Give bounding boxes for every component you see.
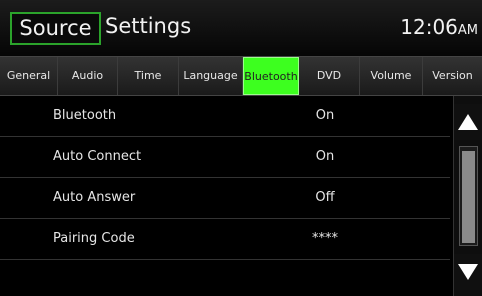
source-button[interactable]: Source <box>10 12 101 45</box>
tab-dvd[interactable]: DVD <box>299 57 360 95</box>
setting-row-bluetooth[interactable]: Bluetooth On <box>0 96 450 137</box>
setting-value[interactable]: On <box>290 96 360 136</box>
triangle-down-icon[interactable] <box>454 254 482 290</box>
tab-language[interactable]: Language <box>179 57 243 95</box>
setting-value[interactable]: Off <box>290 178 360 218</box>
tab-bluetooth[interactable]: Bluetooth <box>243 57 299 95</box>
clock-ampm: AM <box>457 23 478 38</box>
setting-row-auto-connect[interactable]: Auto Connect On <box>0 137 450 178</box>
settings-tabs: General Audio Time Language Bluetooth DV… <box>0 56 482 96</box>
setting-row-auto-answer[interactable]: Auto Answer Off <box>0 178 450 219</box>
setting-row-empty <box>0 260 450 296</box>
tab-general[interactable]: General <box>0 57 58 95</box>
clock: 12:06AM <box>400 14 478 44</box>
triangle-up-icon[interactable] <box>454 104 482 140</box>
setting-value[interactable]: On <box>290 137 360 177</box>
setting-row-pairing-code[interactable]: Pairing Code **** <box>0 219 450 260</box>
setting-label: Auto Connect <box>53 149 142 164</box>
setting-label: Bluetooth <box>53 108 117 123</box>
setting-label: Pairing Code <box>53 231 135 246</box>
tab-volume[interactable]: Volume <box>360 57 423 95</box>
setting-value[interactable]: **** <box>290 219 360 259</box>
tab-version[interactable]: Version <box>423 57 482 95</box>
header-bar: Source Settings 12:06AM <box>0 0 482 56</box>
scrollbar[interactable] <box>453 96 482 296</box>
scroll-track[interactable] <box>459 146 478 246</box>
tab-audio[interactable]: Audio <box>58 57 118 95</box>
page-title: Settings <box>105 14 192 38</box>
tab-time[interactable]: Time <box>118 57 179 95</box>
setting-label: Auto Answer <box>53 190 136 205</box>
clock-time: 12:06 <box>400 15 458 39</box>
scroll-thumb[interactable] <box>462 151 475 243</box>
settings-list: Bluetooth On Auto Connect On Auto Answer… <box>0 96 450 296</box>
